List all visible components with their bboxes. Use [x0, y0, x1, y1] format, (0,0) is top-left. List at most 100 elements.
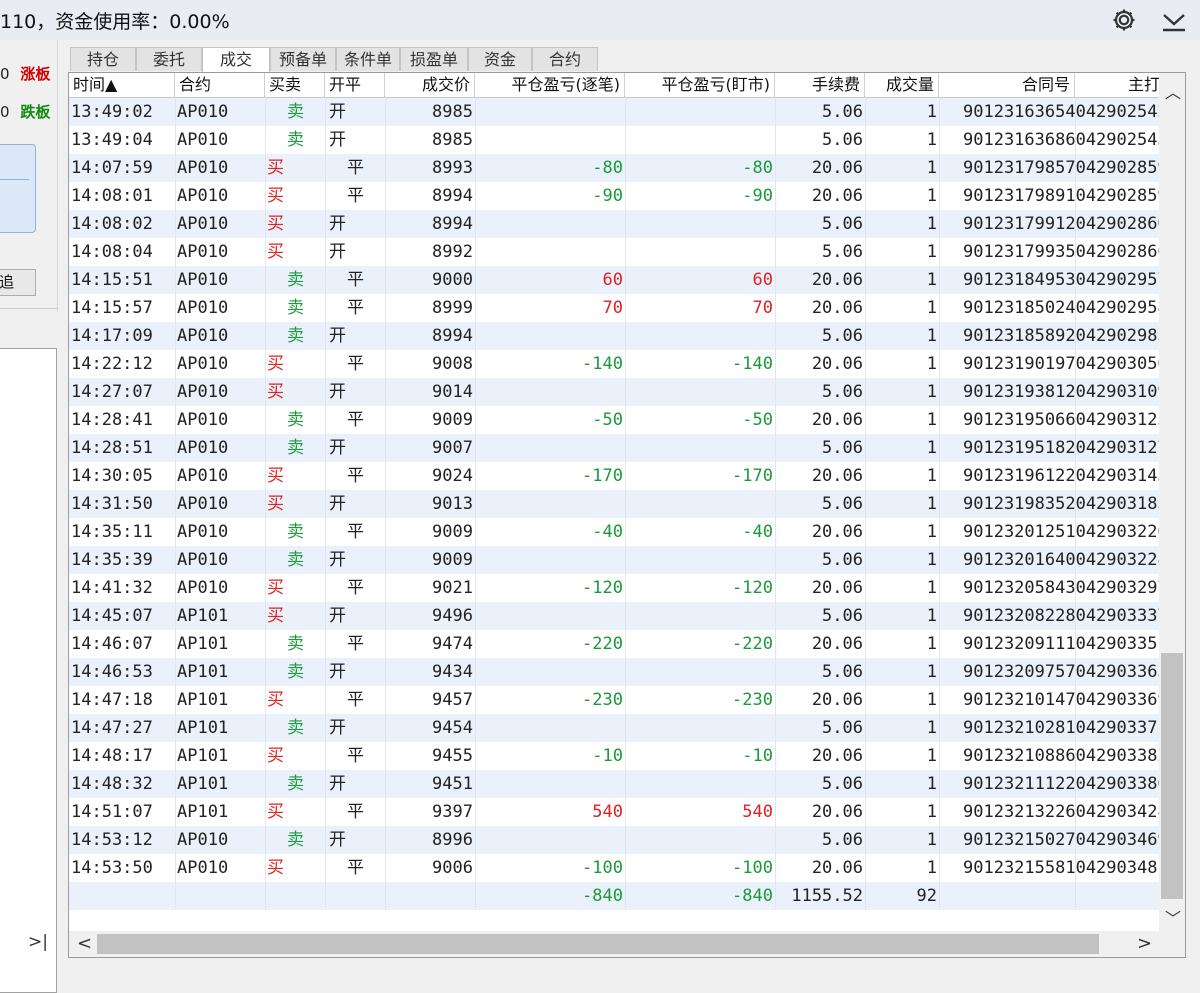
table-row[interactable]: 14:27:07 AP010 买 开 9014 5.06 1 9012319381204290…	[69, 378, 1159, 406]
tab-7[interactable]: 合约	[532, 47, 598, 71]
side-cell: 买	[267, 242, 284, 262]
vertical-scrollbar[interactable]: ︿ ﹀	[1159, 73, 1185, 931]
column-divider	[385, 294, 386, 322]
skip-end-icon[interactable]: >|	[28, 932, 48, 952]
column-divider	[385, 686, 386, 714]
vertical-scroll-thumb[interactable]	[1161, 653, 1183, 899]
horizontal-scrollbar[interactable]: < >	[69, 931, 1159, 957]
table-row[interactable]: 14:41:32 AP010 买 平 9021 -120 -120 20.06 1 9012320…	[69, 574, 1159, 602]
table-cell: 14:28:51	[71, 438, 153, 458]
table-cell: 5.06	[822, 382, 863, 402]
column-divider	[865, 714, 866, 742]
table-cell	[627, 434, 773, 462]
offset-cell: 平	[347, 858, 364, 878]
offset-cell: 平	[347, 802, 364, 822]
column-divider	[775, 182, 776, 210]
col-pnl-trade-header[interactable]: 平仓盈亏(逐笔)	[475, 73, 625, 98]
col-offset-header[interactable]: 开平	[325, 73, 385, 98]
offset-cell: 开	[329, 382, 346, 402]
table-row[interactable]: 14:30:05 AP010 买 平 9024 -170 -170 20.06 1 9012319…	[69, 462, 1159, 490]
column-divider	[865, 350, 866, 378]
col-contract-header[interactable]: 合约	[175, 73, 265, 98]
table-cell: 9496	[432, 606, 473, 626]
gear-icon[interactable]	[1111, 7, 1137, 33]
tab-2[interactable]: 成交	[202, 47, 270, 72]
tab-3[interactable]: 预备单	[270, 47, 336, 71]
column-divider	[939, 322, 940, 350]
limit-up-label[interactable]: 涨板	[20, 65, 50, 83]
tab-0[interactable]: 持仓	[70, 47, 136, 71]
left-list[interactable]	[0, 348, 57, 993]
col-order-id-header[interactable]: 合同号	[939, 73, 1075, 98]
col-fee-header[interactable]: 手续费	[775, 73, 865, 98]
order-id-cell: 901231938120429031097	[963, 382, 1159, 402]
tab-1[interactable]: 委托	[136, 47, 202, 71]
table-row[interactable]: 14:47:18 AP101 买 平 9457 -230 -230 20.06 1 9012321…	[69, 686, 1159, 714]
offset-cell: 平	[347, 690, 364, 710]
table-cell: AP010	[177, 494, 229, 514]
scroll-right-icon[interactable]: >	[1137, 933, 1152, 954]
table-row[interactable]: 14:46:53 AP101 卖 开 9434 5.06 1 9012320975704290…	[69, 658, 1159, 686]
table-row[interactable]: 14:17:09 AP010 卖 开 8994 5.06 1 9012318589204290…	[69, 322, 1159, 350]
offset-cell: 开	[329, 662, 346, 682]
collapse-down-icon[interactable]	[1160, 7, 1188, 33]
column-divider	[625, 826, 626, 854]
col-pnl-market-header[interactable]: 平仓盈亏(盯市)	[625, 73, 775, 98]
table-row[interactable]: 14:46:07 AP101 卖 平 9474 -220 -220 20.06 1 9012320…	[69, 630, 1159, 658]
table-cell: 5.06	[822, 242, 863, 262]
col-time-header[interactable]: 时间▲	[69, 73, 175, 98]
table-row[interactable]: 14:31:50 AP010 买 开 9013 5.06 1 9012319835204290…	[69, 490, 1159, 518]
table-row[interactable]: 14:22:12 AP010 买 平 9008 -140 -140 20.06 1 9012319…	[69, 350, 1159, 378]
col-volume-header[interactable]: 成交量	[865, 73, 939, 98]
tab-4[interactable]: 条件单	[336, 47, 400, 71]
table-row[interactable]: 14:15:51 AP010 卖 平 9000 60 60 20.06 1 90123184953…	[69, 266, 1159, 294]
table-row[interactable]: 14:35:11 AP010 卖 平 9009 -40 -40 20.06 1 901232012…	[69, 518, 1159, 546]
column-divider	[475, 434, 476, 462]
table-row[interactable]: 14:53:50 AP010 买 平 9006 -100 -100 20.06 1 9012321…	[69, 854, 1159, 882]
column-divider	[325, 630, 326, 658]
table-row[interactable]: 14:28:51 AP010 卖 开 9007 5.06 1 9012319518204290…	[69, 434, 1159, 462]
table-row[interactable]: 14:07:59 AP010 买 平 8993 -80 -80 20.06 1 901231798…	[69, 154, 1159, 182]
table-cell	[627, 602, 773, 630]
scroll-up-icon[interactable]: ︿	[1165, 79, 1181, 103]
table-row[interactable]: 14:28:41 AP010 卖 平 9009 -50 -50 20.06 1 901231950…	[69, 406, 1159, 434]
order-id-cell: 901232016400429032287	[963, 550, 1159, 570]
table-row[interactable]: 14:47:27 AP101 卖 开 9454 5.06 1 9012321028104290…	[69, 714, 1159, 742]
table-row[interactable]: 14:35:39 AP010 卖 开 9009 5.06 1 9012320164004290…	[69, 546, 1159, 574]
col-side-header[interactable]: 买卖	[265, 73, 325, 98]
table-row[interactable]: 14:48:17 AP101 买 平 9455 -10 -10 20.06 1 901232108…	[69, 742, 1159, 770]
offset-cell: 开	[329, 550, 346, 570]
tab-6[interactable]: 资金	[468, 47, 532, 71]
table-row[interactable]: 14:08:02 AP010 买 开 8994 5.06 1 9012317991204290…	[69, 210, 1159, 238]
table-row[interactable]: 13:49:04 AP010 卖 开 8985 5.06 1 9012316368604290…	[69, 126, 1159, 154]
column-divider	[475, 154, 476, 182]
table-row[interactable]: 14:53:12 AP010 卖 开 8996 5.06 1 9012321502704290…	[69, 826, 1159, 854]
order-id-cell: 901231850240429029587	[963, 298, 1159, 318]
column-divider	[385, 770, 386, 798]
scroll-left-icon[interactable]: <	[77, 933, 92, 954]
tab-5[interactable]: 损盈单	[400, 47, 468, 71]
table-cell: AP101	[177, 774, 229, 794]
order-id-cell: 901231858920429029857	[963, 326, 1159, 346]
table-cell: 8996	[432, 830, 473, 850]
table-row[interactable]: 13:49:02 AP010 卖 开 8985 5.06 1 9012316365404290…	[69, 98, 1159, 126]
col-price-header[interactable]: 成交价	[385, 73, 475, 98]
table-row[interactable]: 14:08:01 AP010 买 平 8994 -90 -90 20.06 1 901231798…	[69, 182, 1159, 210]
column-divider	[475, 770, 476, 798]
table-cell	[627, 378, 773, 406]
table-cell	[627, 98, 773, 126]
table-row[interactable]: 14:15:57 AP010 卖 平 8999 70 70 20.06 1 90123185024…	[69, 294, 1159, 322]
scroll-down-icon[interactable]: ﹀	[1165, 905, 1181, 929]
table-row[interactable]: 14:45:07 AP101 买 开 9496 5.06 1 9012320822804290…	[69, 602, 1159, 630]
limit-down-label[interactable]: 跌板	[20, 103, 50, 121]
table-cell: AP010	[177, 550, 229, 570]
column-divider	[865, 266, 866, 294]
table-row[interactable]: 14:48:32 AP101 卖 开 9451 5.06 1 9012321112204290…	[69, 770, 1159, 798]
chase-button[interactable]: 追	[0, 269, 36, 296]
order-box[interactable]	[0, 144, 36, 233]
col-main-header[interactable]: 主打	[1075, 73, 1165, 98]
horizontal-scroll-thumb[interactable]	[97, 934, 1099, 954]
table-cell: 1	[926, 578, 937, 598]
table-row[interactable]: 14:08:04 AP010 买 开 8992 5.06 1 9012317993504290…	[69, 238, 1159, 266]
table-row[interactable]: 14:51:07 AP101 买 平 9397 540 540 20.06 1 901232132…	[69, 798, 1159, 826]
